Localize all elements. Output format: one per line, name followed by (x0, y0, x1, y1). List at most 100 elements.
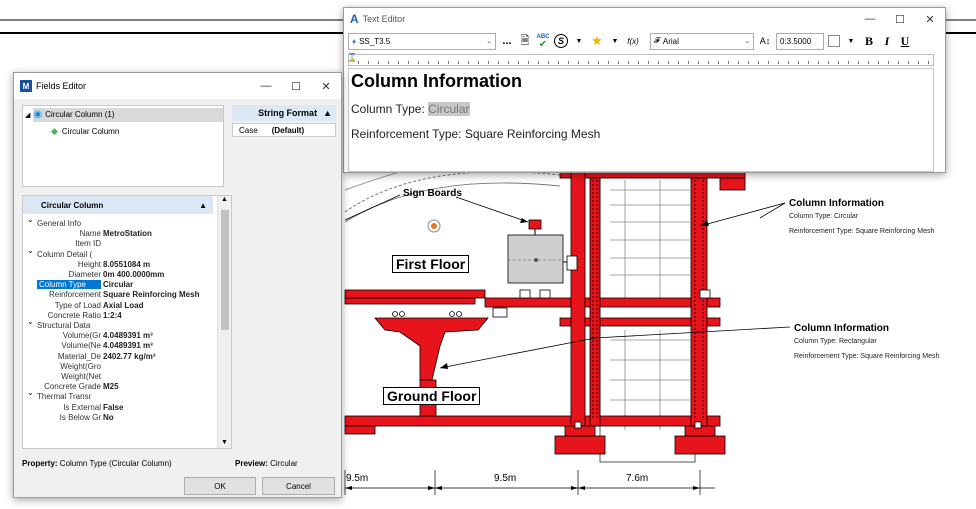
text-size-icon: A↕ (759, 36, 771, 46)
text-size-input[interactable]: 0:3.5000 (776, 32, 824, 50)
text-ruler[interactable]: ⌛ (347, 53, 934, 66)
string-format-header[interactable]: String Format ▲ (232, 105, 336, 121)
content-line-2: Column Type: Circular (351, 102, 470, 116)
case-label: Case (239, 125, 258, 135)
text-editor-window[interactable]: A Text Editor — ☐ ✕ ♦ SS_T3.5 ⌄ ... 🗎 AB… (343, 7, 946, 173)
property-value[interactable]: Square Reinforcing Mesh (103, 290, 205, 299)
property-name: General Info (37, 219, 82, 228)
property-value[interactable]: Axial Load (103, 301, 205, 310)
minimize-icon[interactable]: — (251, 80, 281, 93)
property-row[interactable]: Is Below Gr No (23, 412, 213, 423)
chevron-down-icon[interactable]: ⌄ (27, 215, 34, 224)
string-format-panel[interactable]: String Format ▲ Case (Default) (232, 105, 336, 475)
content-line-2-prefix: Column Type: (351, 102, 429, 116)
property-value[interactable]: 0m 400.0000mm (103, 270, 205, 279)
annotation1-title: Column Information (789, 198, 884, 209)
fields-editor-titlebar[interactable]: M Fields Editor — ☐ ✕ (14, 73, 341, 99)
tree-root-label: Circular Column (1) (45, 110, 115, 119)
chevron-down-icon[interactable]: ⌄ (27, 246, 34, 255)
symbol-dropdown-icon[interactable]: ▼ (572, 33, 586, 50)
string-format-title: String Format (258, 108, 318, 118)
spell-check-button[interactable]: ABC ✔ (536, 33, 550, 50)
property-name: Reinforcement (48, 290, 101, 300)
property-value[interactable]: MetroStation (103, 229, 205, 238)
scroll-thumb[interactable] (221, 210, 229, 330)
collapse-icon[interactable]: ▲ (323, 108, 332, 118)
property-name: Is External (63, 402, 101, 412)
bold-button[interactable]: B (862, 33, 876, 50)
close-icon[interactable]: ✕ (311, 80, 341, 93)
property-value: Column Type (Circular Column) (59, 459, 172, 468)
collapse-icon[interactable]: ▲ (199, 201, 207, 210)
chevron-down-icon[interactable]: ⌄ (27, 317, 34, 326)
case-row[interactable]: Case (Default) (232, 123, 336, 137)
cancel-button[interactable]: Cancel (262, 477, 335, 495)
property-value[interactable]: 1:2:4 (103, 311, 205, 320)
ground-floor-label: Ground Floor (383, 387, 481, 405)
font-value: Arial (662, 36, 679, 46)
close-icon[interactable]: ✕ (915, 13, 945, 26)
color-dropdown-icon[interactable]: ▼ (844, 33, 858, 50)
annotation1-line1: Column Type: Circular (789, 213, 859, 220)
star-dropdown-icon[interactable]: ▼ (608, 33, 622, 50)
more-options-button[interactable]: ... (500, 33, 514, 50)
properties-header[interactable]: Circular Column ▲ (23, 196, 213, 214)
text-editor-app-icon: A (350, 12, 359, 26)
property-name: Volume(Gr (62, 331, 101, 341)
property-list[interactable]: ⌄ General Info Name MetroStation Item ID ⌄ Col… (23, 215, 213, 448)
properties-panel[interactable]: Circular Column ▲ ⌄ General Info Name Metro… (22, 195, 232, 449)
text-editor-content[interactable]: Column Information Column Type: Circular… (348, 68, 934, 172)
chevron-down-icon: ⌄ (486, 38, 492, 45)
scroll-down-icon[interactable]: ▼ (218, 439, 231, 446)
property-name: Type of Load (54, 300, 101, 310)
properties-scrollbar[interactable]: ▲ ▼ (217, 196, 231, 448)
italic-button[interactable]: I (880, 33, 894, 50)
function-button[interactable]: f(x) (626, 33, 640, 50)
property-name: Name (79, 229, 101, 239)
minimize-icon[interactable]: — (855, 13, 885, 26)
column-type-field[interactable]: Circular (428, 102, 470, 116)
property-value[interactable]: 8.0551084 m (103, 260, 205, 269)
property-name: Thermal Transr (37, 392, 92, 402)
text-size-value: 0:3.5000 (780, 36, 812, 46)
text-editor-titlebar[interactable]: A Text Editor — ☐ ✕ (344, 8, 945, 30)
case-value[interactable]: (Default) (272, 126, 304, 135)
underline-button[interactable]: U (898, 33, 912, 50)
annotation2-line1: Column Type: Rectangular (794, 338, 877, 345)
dimension-label-3: 7.6m (626, 473, 649, 484)
content-line-1: Column Information (351, 71, 522, 91)
property-value[interactable]: False (103, 403, 205, 412)
property-value[interactable]: 4.0489391 m³ (103, 341, 205, 350)
scroll-up-icon[interactable]: ▲ (218, 196, 231, 203)
property-value[interactable]: No (103, 413, 205, 422)
maximize-icon[interactable]: ☐ (281, 80, 311, 93)
font-combo[interactable]: 𝓕 Arial ⌄ (650, 32, 754, 50)
ruler-indent-marker[interactable]: ⌛ (347, 53, 357, 62)
tree-expand-icon[interactable]: ◢ (25, 111, 30, 119)
property-value[interactable]: M25 (103, 382, 205, 391)
fields-editor-window[interactable]: M Fields Editor — ☐ ✕ ◢ ◉ Circular Colum… (13, 72, 342, 498)
star-icon[interactable]: ★ (590, 33, 604, 50)
property-name: Structural Data (37, 321, 91, 330)
fields-editor-app-icon: M (20, 80, 32, 92)
property-name: Concrete Grade (44, 382, 101, 392)
property-info: Property: Column Type (Circular Column) (22, 459, 172, 468)
text-style-combo[interactable]: ♦ SS_T3.5 ⌄ (348, 32, 496, 50)
tree-child-item[interactable]: ◆ Circular Column (51, 126, 119, 137)
property-value[interactable]: 2402.77 kg/m³ (103, 352, 205, 361)
preview-label: Preview: (235, 459, 268, 468)
dimension-label-2: 9.5m (494, 473, 517, 484)
property-value[interactable]: Circular (103, 280, 205, 289)
maximize-icon[interactable]: ☐ (885, 13, 915, 26)
tree-root-item[interactable]: ◢ ◉ Circular Column (1) (25, 109, 114, 120)
first-floor-label: First Floor (392, 255, 470, 273)
insert-field-icon[interactable]: 🗎 (518, 33, 532, 50)
preview-value: Circular (270, 459, 298, 468)
property-value[interactable]: 4.0489391 m³ (103, 331, 205, 340)
color-picker-icon[interactable] (828, 35, 840, 47)
symbol-icon[interactable]: S (554, 34, 568, 48)
chevron-down-icon[interactable]: ⌄ (27, 388, 34, 397)
property-name: Weight(Net (61, 372, 101, 381)
element-tree[interactable]: ◢ ◉ Circular Column (1) ◆ Circular Colum… (22, 105, 224, 187)
ok-button[interactable]: OK (184, 477, 256, 495)
